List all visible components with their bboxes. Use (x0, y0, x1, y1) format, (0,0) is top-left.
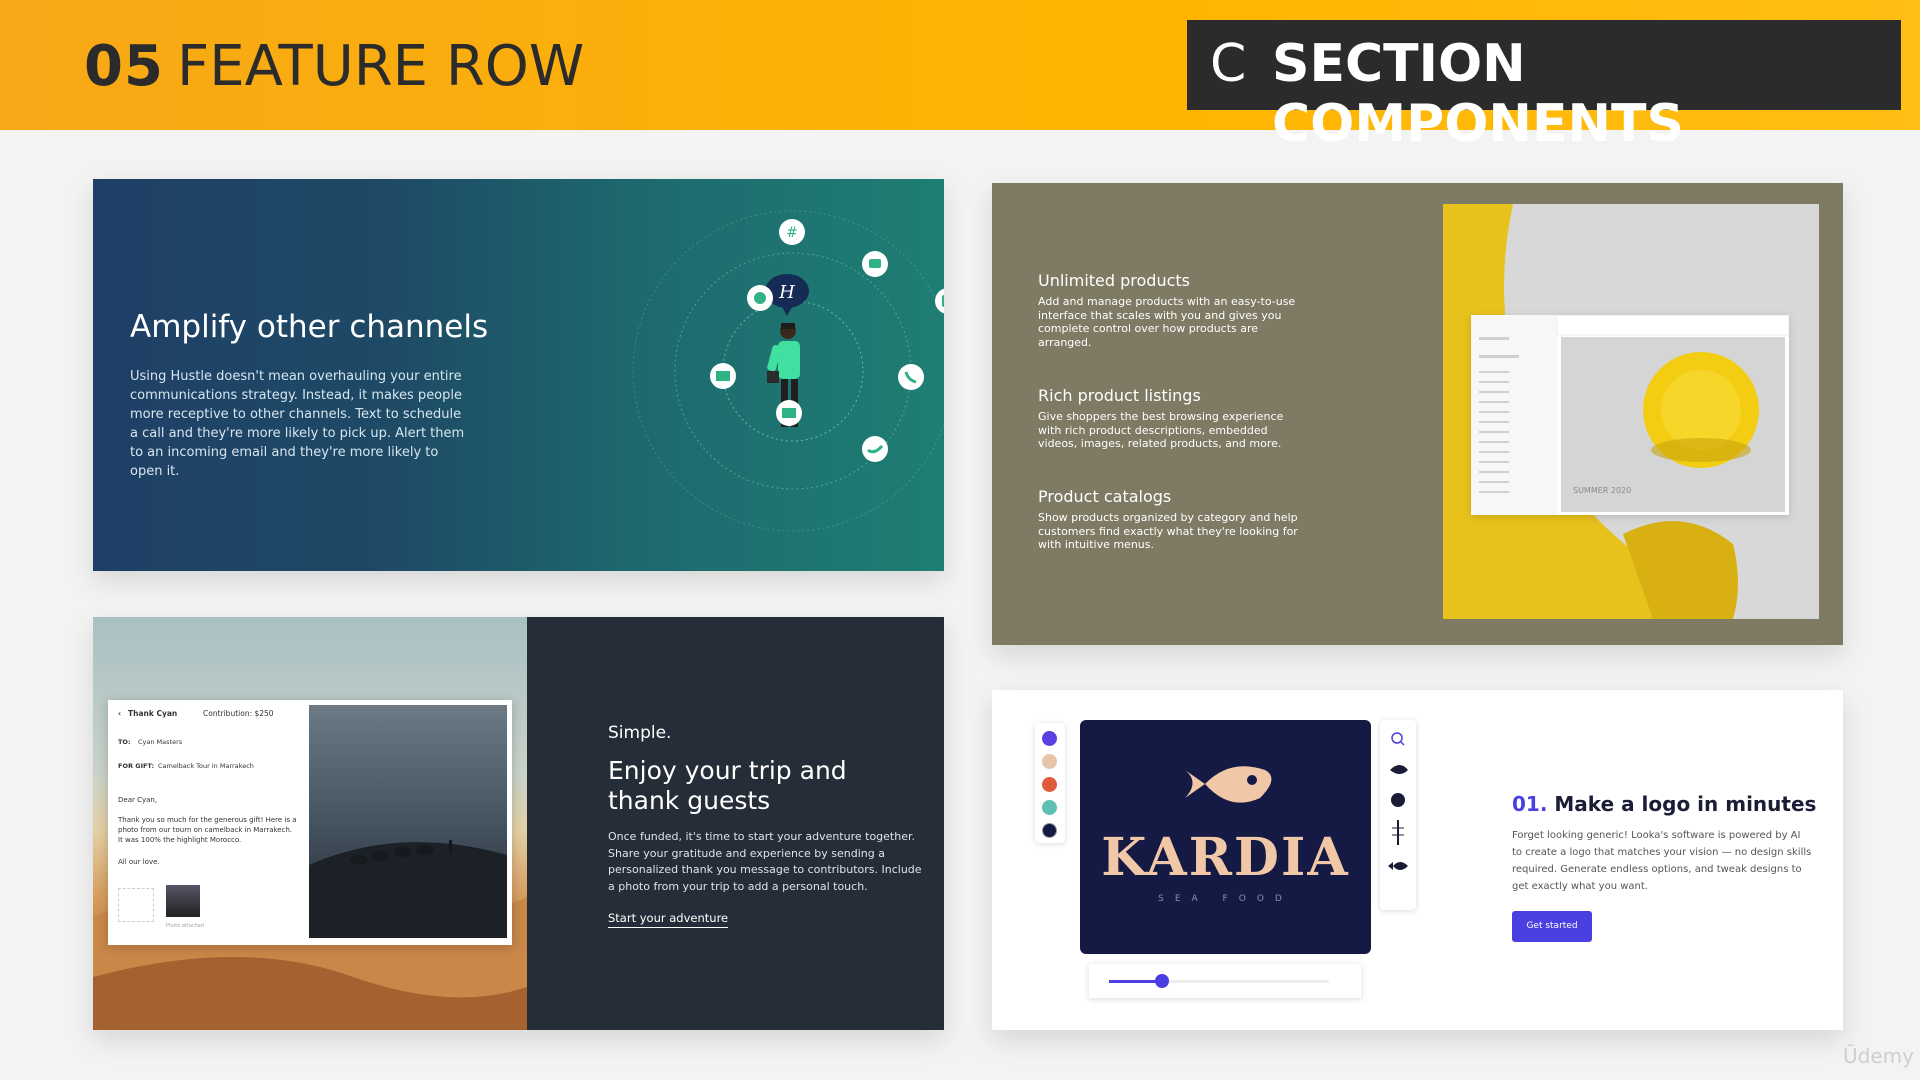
feature-card-trip: ‹ Thank Cyan Contribution: $250 TO: Cyan… (93, 617, 944, 1030)
get-started-button[interactable]: Get started (1512, 911, 1592, 942)
chat-icon (862, 251, 888, 277)
brand-tagline: SEA FOOD (1158, 894, 1293, 904)
feature-title-text: Make a logo in minutes (1554, 792, 1817, 816)
feature-title-catalogs: Product catalogs (1038, 487, 1172, 506)
feature-card-products: Unlimited products Add and manage produc… (992, 183, 1843, 645)
channels-illustration: H # (632, 210, 944, 532)
icon-toolbar (1380, 720, 1416, 910)
swatch-purple[interactable] (1042, 731, 1057, 746)
attached-thumbnail (166, 885, 200, 917)
fish-skeleton-icon (1392, 820, 1404, 845)
feature-card-amplify: Amplify other channels Using Hustle does… (93, 179, 944, 571)
brand-name: KARDIA (1101, 827, 1350, 888)
contribution-amount: Contribution: $250 (203, 709, 274, 718)
mail-icon (776, 400, 802, 426)
size-slider-panel (1089, 964, 1361, 998)
speech-letter: H (778, 282, 795, 303)
feature-description: Forget looking generic! Looka's software… (1512, 830, 1812, 892)
feature-desc-listings: Give shoppers the best browsing experien… (1038, 410, 1284, 450)
desert-photo: ‹ Thank Cyan Contribution: $250 TO: Cyan… (93, 617, 527, 1030)
swatch-peach[interactable] (1042, 754, 1057, 769)
feature-title: Amplify other channels (130, 309, 489, 345)
section-letter: C (1210, 34, 1247, 94)
collection-caption: SUMMER 2020 (1573, 486, 1632, 495)
fish-icon-small (1388, 862, 1408, 870)
step-number: 01. (1512, 792, 1548, 816)
udemy-watermark: Ūdemy (1843, 1044, 1914, 1068)
fish-ball-icon (1391, 793, 1405, 807)
section-components-title: SECTION COMPONENTS (1272, 34, 1684, 154)
product-photo: SUMMER 2020 (1443, 204, 1819, 619)
feature-description: Using Hustle doesn't mean overhauling yo… (130, 369, 465, 479)
svg-text:#: # (786, 225, 798, 241)
search-icon (1391, 732, 1405, 746)
swatch-navy[interactable] (1042, 823, 1057, 838)
to-label: TO: (118, 738, 131, 746)
thank-you-letter: ‹ Thank Cyan Contribution: $250 TO: Cyan… (108, 700, 512, 945)
back-chevron-icon[interactable]: ‹ (118, 709, 121, 719)
feature-desc-unlimited: Add and manage products with an easy-to-… (1038, 295, 1296, 349)
letter-greeting: Dear Cyan, (118, 796, 158, 804)
gift-value: Camelback Tour in Marrakech (158, 762, 254, 770)
feature-desc-catalogs: Show products organized by category and … (1038, 511, 1298, 551)
letter-signoff: All our love. (118, 858, 160, 866)
header-bar: 05 FEATURE ROW C SECTION COMPONENTS (0, 0, 1920, 154)
hashtag-icon: # (779, 219, 805, 245)
attached-label: Photo attached (166, 923, 205, 929)
shop-admin-mockup: SUMMER 2020 (1471, 315, 1789, 515)
to-value: Cyan Masters (138, 738, 183, 746)
fish-head-icon (1390, 765, 1408, 774)
slider-knob[interactable] (1154, 974, 1169, 988)
feature-title: Enjoy your trip and thank guests (608, 756, 847, 815)
section-number: 05 (84, 34, 164, 99)
feature-description: Once funded, it's time to start your adv… (608, 830, 922, 893)
twitter-icon (862, 436, 888, 462)
feature-title-listings: Rich product listings (1038, 386, 1201, 405)
swatch-red[interactable] (1042, 777, 1057, 792)
feature-title: 01. Make a logo in minutes (1512, 792, 1816, 816)
color-palette (1035, 723, 1065, 843)
email-icon (710, 363, 736, 389)
attach-placeholder-icon[interactable] (118, 888, 154, 922)
message-icon (747, 285, 773, 311)
phone-icon (898, 364, 924, 390)
feature-title-unlimited: Unlimited products (1038, 271, 1191, 290)
letter-title: Thank Cyan (128, 709, 178, 718)
camel-photo (309, 705, 507, 938)
gift-label: FOR GIFT: (118, 762, 155, 770)
feature-card-logo: KARDIA SEA FOOD 01. Make a logo in minut… (992, 690, 1843, 1030)
section-title: FEATURE ROW (177, 34, 585, 99)
start-adventure-link[interactable]: Start your adventure (608, 911, 729, 928)
swatch-teal[interactable] (1042, 800, 1057, 815)
logo-preview: KARDIA SEA FOOD (1080, 720, 1371, 954)
feature-kicker: Simple. (608, 723, 672, 743)
facebook-icon (935, 288, 944, 314)
letter-message: Thank you so much for the generous gift!… (118, 816, 297, 844)
slider-fill (1109, 980, 1162, 983)
